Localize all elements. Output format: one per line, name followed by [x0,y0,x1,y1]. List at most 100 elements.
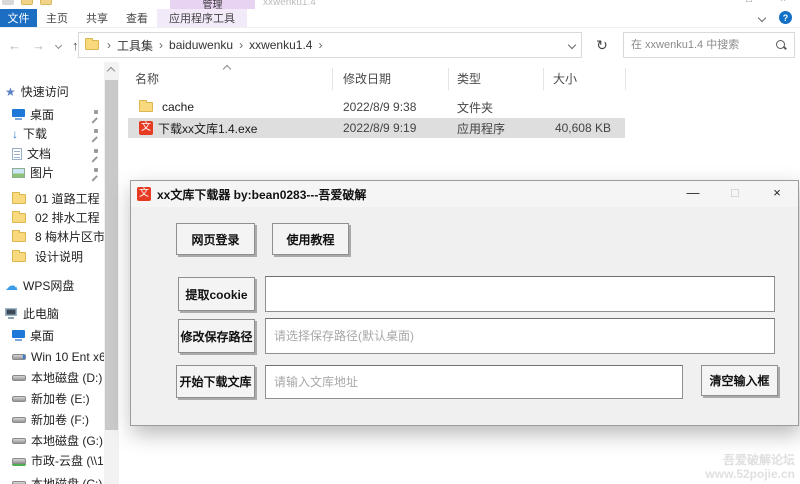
desktop-icon [12,109,25,120]
clear-input-button[interactable]: 清空输入框 [701,365,778,396]
column-separator[interactable] [543,68,544,90]
navigation-pane: ★ 快速访问 桌面 ↓ 下载 文档 图片 01 道路工程 02 排水工程 8 梅… [0,62,104,484]
wenku-app-icon: 文 [137,187,151,201]
tab-home[interactable]: 主页 [37,9,77,27]
address-bar[interactable]: › 工具集 › baiduwenku › xxwenku1.4 › [78,32,582,58]
sidebar-item-this-pc[interactable]: 此电脑 [0,304,104,323]
sidebar-item-quick-access[interactable]: ★ 快速访问 [0,82,104,101]
cloud-icon: ☁ [5,277,18,293]
system-drive-icon [12,353,26,360]
sidebar-item-folder-02[interactable]: 02 排水工程 [0,208,104,227]
maximize-icon[interactable]: □ [714,181,756,207]
sidebar-item-pc-desktop[interactable]: 桌面 [0,326,104,345]
refresh-button[interactable]: ↻ [588,32,616,58]
sidebar-item-drive-f[interactable]: 新加卷 (F:) [0,410,104,429]
window-title: xxwenku1.4 [263,0,316,8]
tab-file[interactable]: 文件 [0,9,37,27]
minimize-icon[interactable]: — [672,181,714,207]
ribbon-tabs: 文件 主页 共享 查看 应用程序工具 [0,9,800,28]
sidebar-item-drive-d[interactable]: 本地磁盘 (D:) [0,368,104,387]
start-download-button[interactable]: 开始下载文库 [176,365,255,398]
change-path-button[interactable]: 修改保存路径 [178,319,255,353]
close-icon[interactable]: × [766,0,800,5]
folder-icon [12,191,26,204]
sidebar-item-folder-design[interactable]: 设计说明 [0,247,104,266]
breadcrumb-separator: › [239,38,244,52]
dialog-title: xx文库下载器 by:bean0283---吾爱破解 [157,187,367,202]
help-icon[interactable]: ? [779,11,792,24]
column-header-type[interactable]: 类型 [457,70,481,87]
column-header-name[interactable]: 名称 [135,70,159,87]
scroll-up-icon[interactable] [106,66,116,76]
tab-application-tools[interactable]: 应用程序工具 [157,9,247,27]
ribbon-expand-chevron-icon[interactable] [757,13,767,22]
file-row-cache[interactable]: cache 2022/8/9 9:38 文件夹 [128,97,625,117]
window-controls[interactable]: □ × [732,0,800,5]
search-input[interactable] [631,39,775,51]
forward-icon[interactable]: → [32,38,45,53]
back-icon[interactable]: ← [8,38,21,53]
drive-icon [12,437,26,444]
drive-icon [12,395,26,402]
sidebar-item-desktop[interactable]: 桌面 [0,105,104,124]
web-login-button[interactable]: 网页登录 [176,223,255,255]
folder-icon [12,229,26,242]
file-row-exe-selected[interactable]: 文 下载xx文库1.4.exe 2022/8/9 9:19 应用程序 40,60… [128,118,625,138]
sidebar-item-folder-01[interactable]: 01 道路工程 [0,189,104,208]
qat-icon[interactable] [2,0,14,5]
search-box[interactable] [623,32,795,58]
drive-icon [12,480,26,484]
tab-view[interactable]: 查看 [117,9,157,27]
sidebar-item-drive-clipped[interactable]: 本地磁盘 (C:) [0,474,104,484]
qat-folder-icon[interactable] [40,0,52,5]
extract-cookie-button[interactable]: 提取cookie [178,277,255,311]
sidebar-item-network-drive[interactable]: 市政-云盘 (\\192 [0,451,104,470]
quick-access-toolbar[interactable] [2,0,52,5]
recent-locations-chevron-icon[interactable] [54,41,63,49]
sidebar-item-drive-c[interactable]: Win 10 Ent x64 [0,347,104,366]
folder-icon [85,38,99,50]
doc-url-input[interactable] [265,365,683,399]
pin-icon [90,168,99,177]
sort-ascending-icon [222,64,232,74]
sidebar-item-drive-e[interactable]: 新加卷 (E:) [0,389,104,408]
sidebar-item-wps-cloud[interactable]: ☁ WPS网盘 [0,276,104,295]
tutorial-button[interactable]: 使用教程 [272,223,349,255]
cookie-input[interactable] [265,276,775,312]
search-icon [775,39,787,51]
sidebar-item-pictures[interactable]: 图片 [0,163,104,182]
network-drive-icon [12,457,26,464]
sidebar-item-folder-meilin[interactable]: 8 梅林片区市政道 [0,227,104,246]
dialog-window-controls[interactable]: — □ × [672,181,798,207]
breadcrumb-toolset[interactable]: 工具集 [115,37,155,54]
column-separator[interactable] [625,68,626,90]
desktop-icon [12,330,25,341]
save-path-input[interactable] [265,318,775,354]
column-header-size[interactable]: 大小 [553,70,577,87]
file-list: 名称 修改日期 类型 大小 cache 2022/8/9 9:38 文件夹 文 … [119,62,800,182]
manage-contextual-tab[interactable]: 管理 [170,0,255,9]
sidebar-item-drive-g[interactable]: 本地磁盘 (G:) [0,431,104,450]
column-header-date[interactable]: 修改日期 [343,70,391,87]
scrollbar-thumb[interactable] [105,80,118,430]
breadcrumb-xxwenku[interactable]: xxwenku1.4 [247,38,314,52]
watermark: 吾爱破解论坛 www.52pojie.cn [705,453,795,481]
maximize-icon[interactable]: □ [732,0,766,5]
sidebar-item-downloads[interactable]: ↓ 下载 [0,124,104,143]
address-dropdown-chevron-icon[interactable] [567,40,577,50]
refresh-icon: ↻ [596,36,608,53]
folder-icon [12,249,26,262]
qat-folder-icon[interactable] [21,0,33,5]
downloader-dialog: 文 xx文库下载器 by:bean0283---吾爱破解 — □ × 网页登录 … [130,180,799,426]
column-separator[interactable] [448,68,449,90]
drive-icon [12,374,26,381]
explorer-toolbar: ← → ↑ › 工具集 › baiduwenku › xxwenku1.4 › … [0,28,800,62]
sidebar-scrollbar[interactable] [104,62,119,484]
drive-icon [12,416,26,423]
close-icon[interactable]: × [756,181,798,207]
tab-share[interactable]: 共享 [77,9,117,27]
breadcrumb-baiduwenku[interactable]: baiduwenku [167,38,235,52]
column-separator[interactable] [332,68,333,90]
documents-icon [12,147,22,160]
sidebar-item-documents[interactable]: 文档 [0,144,104,163]
